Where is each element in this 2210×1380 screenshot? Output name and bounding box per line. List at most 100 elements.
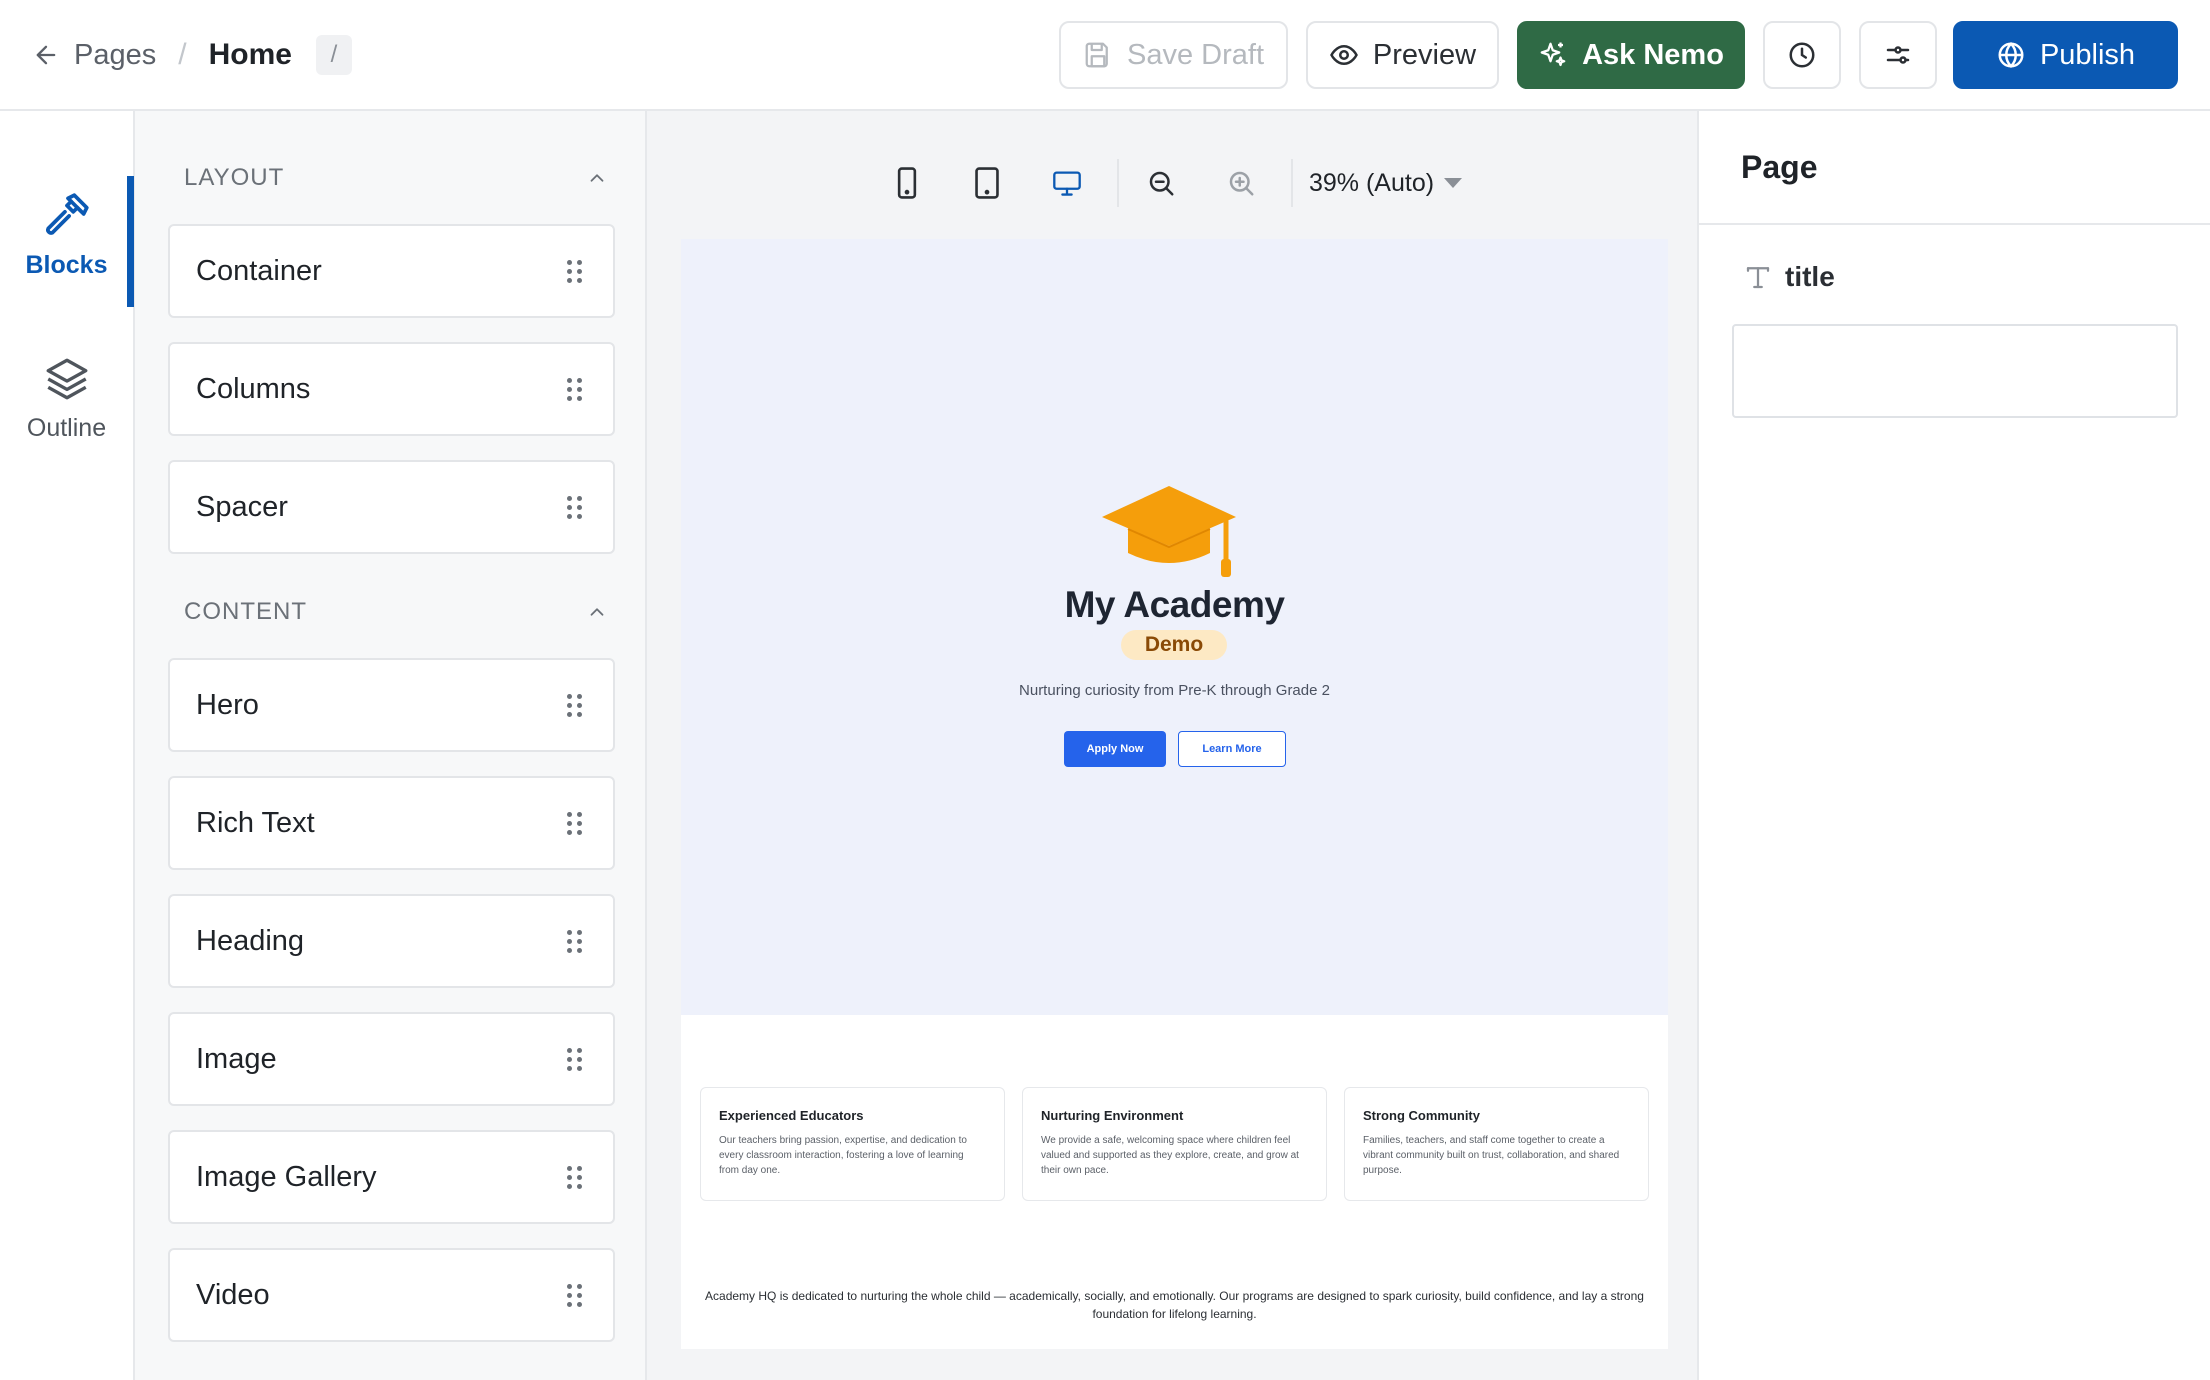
drag-handle-icon[interactable] <box>567 495 583 519</box>
zoom-select[interactable]: 39% (Auto) <box>1309 168 1463 198</box>
feature-title: Strong Community <box>1363 1108 1480 1123</box>
editor-canvas: 39% (Auto) My Academy Demo Nurturing cur… <box>647 111 1699 1380</box>
back-to-pages-link[interactable]: Pages <box>32 39 156 72</box>
feature-card[interactable]: Experienced Educators Our teachers bring… <box>700 1087 1005 1201</box>
site-name: My Academy <box>1064 584 1285 625</box>
left-rail: Blocks Outline <box>0 111 135 1380</box>
monitor-icon <box>1053 171 1081 196</box>
drag-handle-icon[interactable] <box>567 929 583 953</box>
section-title: LAYOUT <box>184 164 285 191</box>
rail-blocks-label: Blocks <box>25 251 108 279</box>
section-header-content[interactable]: CONTENT <box>184 598 614 626</box>
breadcrumb: Pages / Home / <box>32 30 352 80</box>
page-preview-frame[interactable]: My Academy Demo Nurturing curiosity from… <box>681 239 1668 1349</box>
properties-panel: Page title <box>1699 111 2210 1380</box>
drag-handle-icon[interactable] <box>567 1165 583 1189</box>
text-type-icon <box>1746 267 1770 289</box>
mobile-view-button[interactable] <box>877 153 937 213</box>
block-item-video[interactable]: Video <box>168 1248 615 1342</box>
breadcrumb-current: Home <box>208 38 292 71</box>
block-item-rich-text[interactable]: Rich Text <box>168 776 615 870</box>
block-label: Rich Text <box>196 806 315 839</box>
block-label: Video <box>196 1278 270 1311</box>
sparkles-icon <box>1540 42 1566 67</box>
caret-down-icon <box>1444 178 1463 188</box>
layers-icon <box>46 358 87 400</box>
breadcrumb-separator: / <box>178 38 187 71</box>
arrow-left-icon <box>36 45 56 65</box>
drag-handle-icon[interactable] <box>567 693 583 717</box>
section-header-layout[interactable]: LAYOUT <box>184 164 614 192</box>
chevron-up-icon <box>590 608 604 616</box>
toolbar-divider <box>1291 159 1293 207</box>
publish-button[interactable]: Publish <box>1953 21 2178 89</box>
page-slug-chip[interactable]: / <box>315 35 352 75</box>
block-item-image-gallery[interactable]: Image Gallery <box>168 1130 615 1224</box>
hero-section[interactable]: My Academy Demo Nurturing curiosity from… <box>681 239 1668 1015</box>
demo-badge: Demo <box>1121 630 1227 660</box>
feature-title: Nurturing Environment <box>1041 1108 1184 1123</box>
section-title: CONTENT <box>184 598 307 625</box>
block-item-hero[interactable]: Hero <box>168 658 615 752</box>
drag-handle-icon[interactable] <box>567 1047 583 1071</box>
zoom-in-icon <box>1229 171 1254 196</box>
globe-icon <box>1998 41 2024 69</box>
blocks-panel: LAYOUT Container Columns Spacer CONTENT … <box>135 111 647 1380</box>
apply-now-button[interactable]: Apply Now <box>1064 731 1166 767</box>
top-bar: Pages / Home / Save Draft Preview Ask Ne… <box>0 0 2210 111</box>
feature-card[interactable]: Nurturing Environment We provide a safe,… <box>1022 1087 1327 1201</box>
preview-label: Preview <box>1372 38 1477 71</box>
sliders-icon <box>1886 46 1910 64</box>
zoom-out-button[interactable] <box>1131 153 1191 213</box>
mission-text[interactable]: Academy HQ is dedicated to nurturing the… <box>701 1287 1648 1323</box>
block-item-container[interactable]: Container <box>168 224 615 318</box>
tablet-icon <box>975 167 999 199</box>
hero-tagline: Nurturing curiosity from Pre-K through G… <box>1019 682 1330 699</box>
toolbar-divider <box>1117 159 1119 207</box>
zoom-value: 39% (Auto) <box>1309 168 1435 197</box>
learn-more-button[interactable]: Learn More <box>1178 731 1286 767</box>
block-label: Hero <box>196 688 259 721</box>
block-item-image[interactable]: Image <box>168 1012 615 1106</box>
ask-nemo-label: Ask Nemo <box>1582 38 1724 71</box>
title-field-label: title <box>1743 261 1835 293</box>
block-item-heading[interactable]: Heading <box>168 894 615 988</box>
feature-text: We provide a safe, welcoming space where… <box>1041 1135 1299 1176</box>
page-settings-button[interactable] <box>1859 21 1937 89</box>
block-label: Spacer <box>196 490 288 523</box>
field-label-text: title <box>1785 261 1835 292</box>
block-label: Image <box>196 1042 277 1075</box>
block-item-columns[interactable]: Columns <box>168 342 615 436</box>
floppy-icon <box>1085 42 1108 68</box>
preview-button[interactable]: Preview <box>1306 21 1499 89</box>
rail-tab-outline[interactable]: Outline <box>0 354 133 443</box>
graduation-cap-logo-icon <box>1102 486 1236 577</box>
feature-text: Our teachers bring passion, expertise, a… <box>719 1135 967 1176</box>
properties-header: Page <box>1699 111 2210 225</box>
feature-title: Experienced Educators <box>719 1108 864 1123</box>
rail-tab-blocks[interactable]: Blocks <box>0 191 133 280</box>
chevron-up-icon <box>590 174 604 182</box>
back-label: Pages <box>74 38 157 71</box>
drag-handle-icon[interactable] <box>567 259 583 283</box>
viewport-toolbar: 39% (Auto) <box>647 151 1699 215</box>
desktop-view-button[interactable] <box>1037 153 1097 213</box>
block-label: Columns <box>196 372 311 405</box>
rail-outline-label: Outline <box>26 414 107 442</box>
feature-card[interactable]: Strong Community Families, teachers, and… <box>1344 1087 1649 1201</box>
block-item-spacer[interactable]: Spacer <box>168 460 615 554</box>
save-draft-button[interactable]: Save Draft <box>1059 21 1288 89</box>
phone-icon <box>897 167 917 199</box>
ask-nemo-button[interactable]: Ask Nemo <box>1517 21 1745 89</box>
title-input[interactable] <box>1732 324 2178 418</box>
drag-handle-icon[interactable] <box>567 811 583 835</box>
zoom-out-icon <box>1149 171 1174 196</box>
drag-handle-icon[interactable] <box>567 1283 583 1307</box>
drag-handle-icon[interactable] <box>567 377 583 401</box>
tablet-view-button[interactable] <box>957 153 1017 213</box>
block-label: Image Gallery <box>196 1160 377 1193</box>
zoom-in-button[interactable] <box>1211 153 1271 213</box>
properties-title: Page <box>1741 149 1818 185</box>
history-button[interactable] <box>1763 21 1841 89</box>
block-label: Container <box>196 254 322 287</box>
